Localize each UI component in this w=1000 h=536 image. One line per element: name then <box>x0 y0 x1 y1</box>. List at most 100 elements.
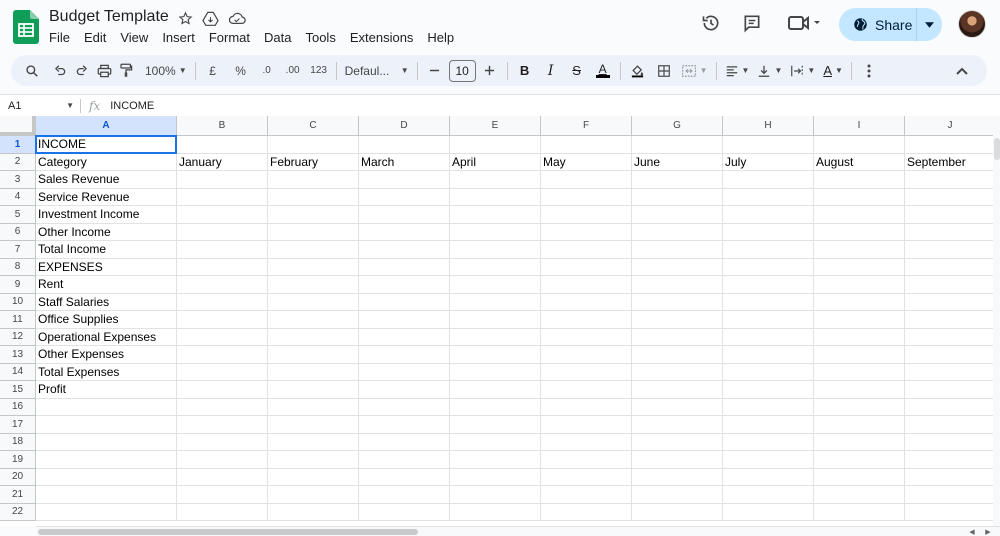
row-header[interactable]: 13 <box>0 346 36 364</box>
menu-view[interactable]: View <box>113 29 155 46</box>
formula-input[interactable]: INCOME <box>110 100 154 112</box>
row-header[interactable]: 4 <box>0 188 36 206</box>
cell-d1[interactable] <box>359 136 450 154</box>
menu-extensions[interactable]: Extensions <box>343 29 421 46</box>
row-header[interactable]: 7 <box>0 241 36 259</box>
cell-j4[interactable] <box>905 189 993 206</box>
cell-j8[interactable] <box>905 259 993 276</box>
cell-g22[interactable] <box>632 503 723 521</box>
cell-c11[interactable] <box>268 311 359 329</box>
cell-g9[interactable] <box>632 276 723 294</box>
cell-i14[interactable] <box>814 363 905 381</box>
cell-b21[interactable] <box>177 486 268 504</box>
cell-c3[interactable] <box>268 171 359 189</box>
column-header-b[interactable]: B <box>177 116 268 136</box>
menu-help[interactable]: Help <box>420 29 461 46</box>
cell-e12[interactable] <box>450 328 541 346</box>
italic-button[interactable]: I <box>540 59 562 83</box>
cell-j13[interactable] <box>905 346 993 364</box>
cell-d18[interactable] <box>359 433 450 451</box>
row-header[interactable]: 19 <box>0 451 36 469</box>
cell-b18[interactable] <box>177 433 268 451</box>
cell-f7[interactable] <box>541 241 632 259</box>
font-size-input[interactable]: 10 <box>448 59 476 82</box>
cell-b13[interactable] <box>177 346 268 364</box>
cell-d16[interactable] <box>359 398 450 416</box>
document-title[interactable]: Budget Template <box>49 8 169 26</box>
cell-c21[interactable] <box>268 486 359 504</box>
scroll-right-icon[interactable]: ▶ <box>982 527 994 536</box>
cell-a9[interactable]: Rent <box>36 276 177 294</box>
more-formats-button[interactable]: 123 <box>308 59 330 83</box>
row-header[interactable]: 15 <box>0 381 36 399</box>
print-button[interactable] <box>93 59 115 83</box>
cell-h9[interactable] <box>723 276 814 294</box>
cell-g1[interactable] <box>632 136 723 154</box>
cell-c19[interactable] <box>268 451 359 469</box>
row-header[interactable]: 18 <box>0 433 36 451</box>
horizontal-scroll-thumb[interactable] <box>38 529 418 535</box>
cell-i16[interactable] <box>814 398 905 416</box>
cell-a16[interactable] <box>36 398 177 416</box>
cell-b11[interactable] <box>177 311 268 329</box>
cell-i6[interactable] <box>814 223 905 241</box>
cell-i13[interactable] <box>814 346 905 364</box>
cell-c14[interactable] <box>268 363 359 381</box>
cell-a10[interactable]: Staff Salaries <box>36 293 177 311</box>
cell-h7[interactable] <box>723 241 814 259</box>
cell-f8[interactable] <box>541 258 632 276</box>
cell-e21[interactable] <box>450 486 541 504</box>
cell-i8[interactable] <box>814 258 905 276</box>
cell-f20[interactable] <box>541 468 632 486</box>
cell-f12[interactable] <box>541 328 632 346</box>
cell-a5[interactable]: Investment Income <box>36 206 177 224</box>
cell-e5[interactable] <box>450 206 541 224</box>
cell-e15[interactable] <box>450 381 541 399</box>
cell-a8[interactable]: EXPENSES <box>36 258 177 276</box>
comments-icon[interactable] <box>740 11 764 35</box>
cell-e8[interactable] <box>450 258 541 276</box>
cell-e11[interactable] <box>450 311 541 329</box>
cell-j22[interactable] <box>905 504 993 521</box>
row-header[interactable]: 20 <box>0 468 36 486</box>
more-options-button[interactable] <box>858 59 880 83</box>
cell-h16[interactable] <box>723 398 814 416</box>
cell-f2[interactable]: May <box>541 153 632 171</box>
cell-e22[interactable] <box>450 503 541 521</box>
cell-g10[interactable] <box>632 293 723 311</box>
cell-a11[interactable]: Office Supplies <box>36 311 177 329</box>
cell-h17[interactable] <box>723 416 814 434</box>
cell-a18[interactable] <box>36 433 177 451</box>
cell-a4[interactable]: Service Revenue <box>36 188 177 206</box>
cell-f5[interactable] <box>541 206 632 224</box>
font-select[interactable]: Defaul... ▼ <box>343 59 411 83</box>
row-header[interactable]: 1 <box>0 136 36 154</box>
cell-d12[interactable] <box>359 328 450 346</box>
cell-h4[interactable] <box>723 188 814 206</box>
increase-font-size-button[interactable] <box>479 59 501 83</box>
cell-b3[interactable] <box>177 171 268 189</box>
decrease-decimal-button[interactable]: .0 <box>256 59 278 83</box>
cell-d11[interactable] <box>359 311 450 329</box>
cell-f21[interactable] <box>541 486 632 504</box>
text-wrapping-button[interactable]: ▼ <box>788 59 817 83</box>
cell-d15[interactable] <box>359 381 450 399</box>
fill-color-button[interactable] <box>627 59 649 83</box>
menu-file[interactable]: File <box>42 29 77 46</box>
cell-j5[interactable] <box>905 206 993 224</box>
cell-i3[interactable] <box>814 171 905 189</box>
cell-g7[interactable] <box>632 241 723 259</box>
cell-i7[interactable] <box>814 241 905 259</box>
cell-a20[interactable] <box>36 468 177 486</box>
bold-button[interactable]: B <box>514 59 536 83</box>
cell-c2[interactable]: February <box>268 153 359 171</box>
horizontal-align-button[interactable]: ▼ <box>723 59 752 83</box>
cell-i2[interactable]: August <box>814 153 905 171</box>
cell-f14[interactable] <box>541 363 632 381</box>
decrease-font-size-button[interactable] <box>424 59 446 83</box>
cell-i1[interactable] <box>814 136 905 154</box>
cell-f18[interactable] <box>541 433 632 451</box>
cell-i15[interactable] <box>814 381 905 399</box>
cell-e14[interactable] <box>450 363 541 381</box>
share-dropdown-button[interactable] <box>917 8 942 41</box>
